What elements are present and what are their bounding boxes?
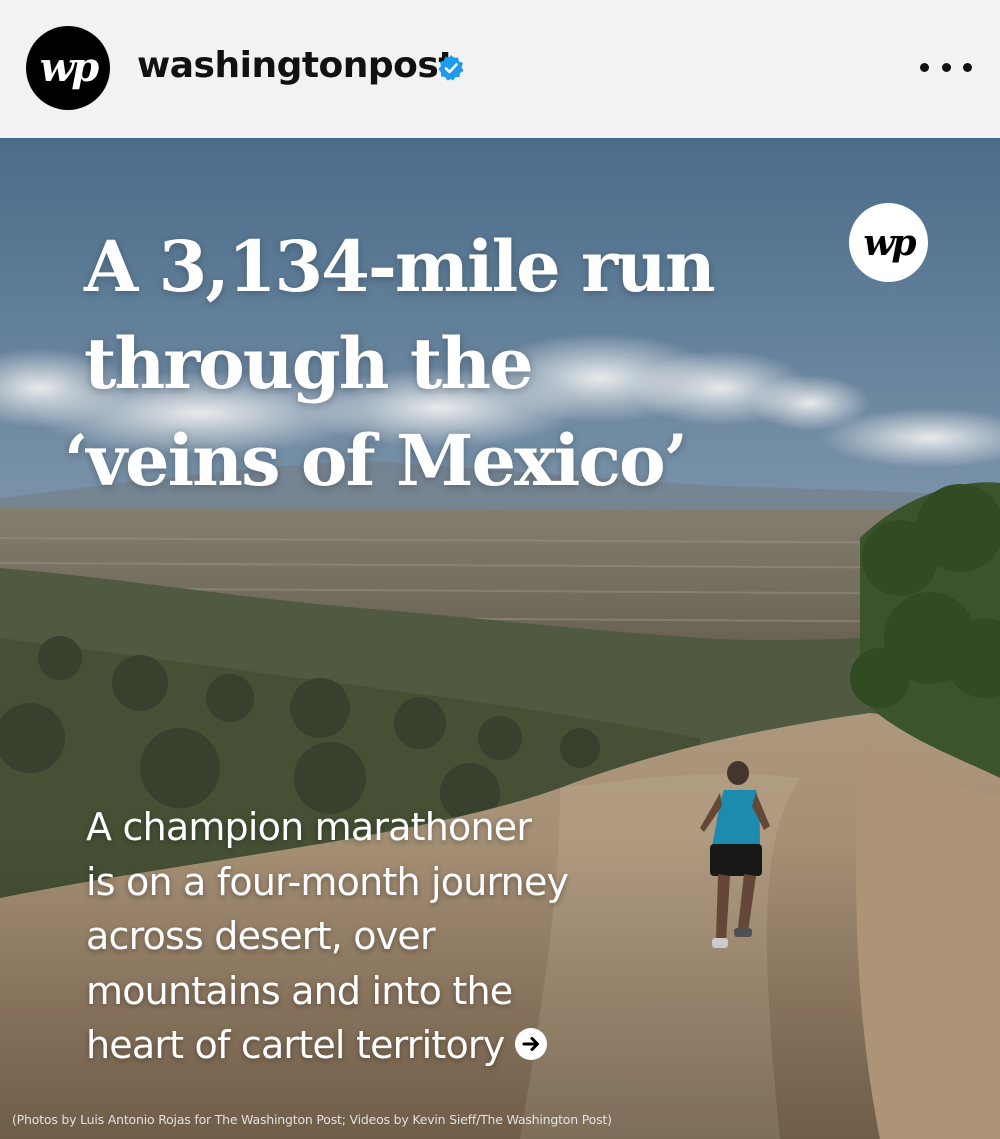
headline-line: A 3,134-mile run <box>84 225 716 308</box>
more-dot <box>963 62 972 72</box>
post-header: wp washingtonpost <box>0 0 1000 138</box>
dek-last-line: heart of cartel territory <box>86 1018 646 1073</box>
wp-logo-icon: wp <box>863 221 916 264</box>
account-avatar[interactable]: wp <box>26 26 110 110</box>
post-dek: A champion marathoner is on a four-month… <box>86 800 646 1073</box>
dek-line: A champion marathoner <box>86 805 532 849</box>
dek-line: heart of cartel territory <box>86 1023 505 1067</box>
photo-credit: (Photos by Luis Antonio Rojas for The Wa… <box>12 1112 612 1127</box>
more-options-button[interactable] <box>920 50 972 84</box>
dek-line: across desert, over <box>86 914 436 958</box>
headline-line: through the <box>84 322 534 405</box>
headline-line: ‘veins of Mexico’ <box>64 419 688 502</box>
post-image[interactable]: A 3,134-mile run through the ‘veins of M… <box>0 138 1000 1139</box>
more-dot <box>941 62 951 72</box>
more-dot <box>920 62 929 72</box>
dek-line: mountains and into the <box>86 968 513 1013</box>
arrow-right-circle-icon[interactable] <box>514 1027 548 1061</box>
wp-logo-icon: wp <box>39 44 99 91</box>
verified-badge-icon <box>438 55 464 81</box>
dek-line: is on a four-month journey <box>86 859 569 904</box>
post-headline: A 3,134-mile run through the ‘veins of M… <box>64 218 716 509</box>
wp-logo-badge: wp <box>849 203 928 282</box>
account-username[interactable]: washingtonpost <box>137 45 456 86</box>
